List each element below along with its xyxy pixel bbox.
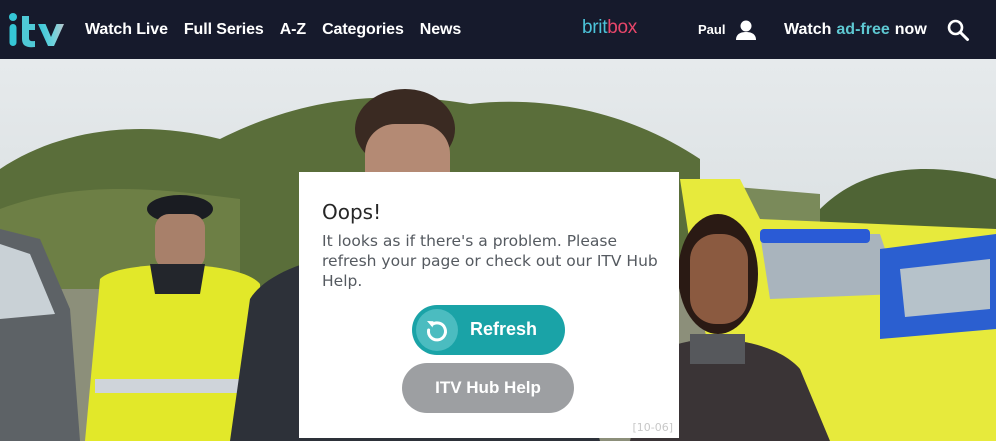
refresh-button-label: Refresh bbox=[470, 319, 538, 339]
main-nav: Watch Live Full Series A-Z Categories Ne… bbox=[85, 0, 477, 59]
nav-full-series[interactable]: Full Series bbox=[184, 21, 264, 39]
error-dialog: Oops! It looks as if there's a problem. … bbox=[299, 172, 679, 438]
dialog-message: It looks as if there's a problem. Please… bbox=[322, 232, 658, 290]
itv-logo[interactable] bbox=[8, 12, 70, 48]
adfree-text-pre: Watch bbox=[784, 20, 832, 38]
adfree-text-post: now bbox=[894, 20, 927, 38]
britbox-logo-part1: brit bbox=[582, 17, 608, 38]
help-button-label: ITV Hub Help bbox=[435, 378, 541, 397]
nav-a-z[interactable]: A-Z bbox=[280, 21, 306, 39]
itv-hub-help-button[interactable]: ITV Hub Help bbox=[402, 363, 574, 413]
top-nav-bar: Watch Live Full Series A-Z Categories Ne… bbox=[0, 0, 996, 59]
nav-news[interactable]: News bbox=[420, 21, 462, 39]
refresh-icon bbox=[416, 309, 458, 351]
adfree-text-highlight: ad-free bbox=[836, 20, 890, 38]
dialog-title: Oops! bbox=[322, 200, 382, 224]
watch-ad-free-link[interactable]: Watch ad-free now bbox=[784, 0, 927, 59]
britbox-logo-part2: box bbox=[607, 17, 637, 38]
error-code: [10-06] bbox=[632, 421, 673, 434]
refresh-button[interactable]: Refresh bbox=[412, 305, 565, 355]
search-icon[interactable] bbox=[946, 18, 970, 42]
nav-watch-live[interactable]: Watch Live bbox=[85, 21, 168, 39]
britbox-logo[interactable]: britbox bbox=[582, 17, 637, 39]
user-icon bbox=[736, 20, 757, 40]
user-name: Paul bbox=[698, 22, 726, 37]
user-account[interactable]: Paul bbox=[698, 0, 757, 59]
nav-categories[interactable]: Categories bbox=[322, 21, 404, 39]
